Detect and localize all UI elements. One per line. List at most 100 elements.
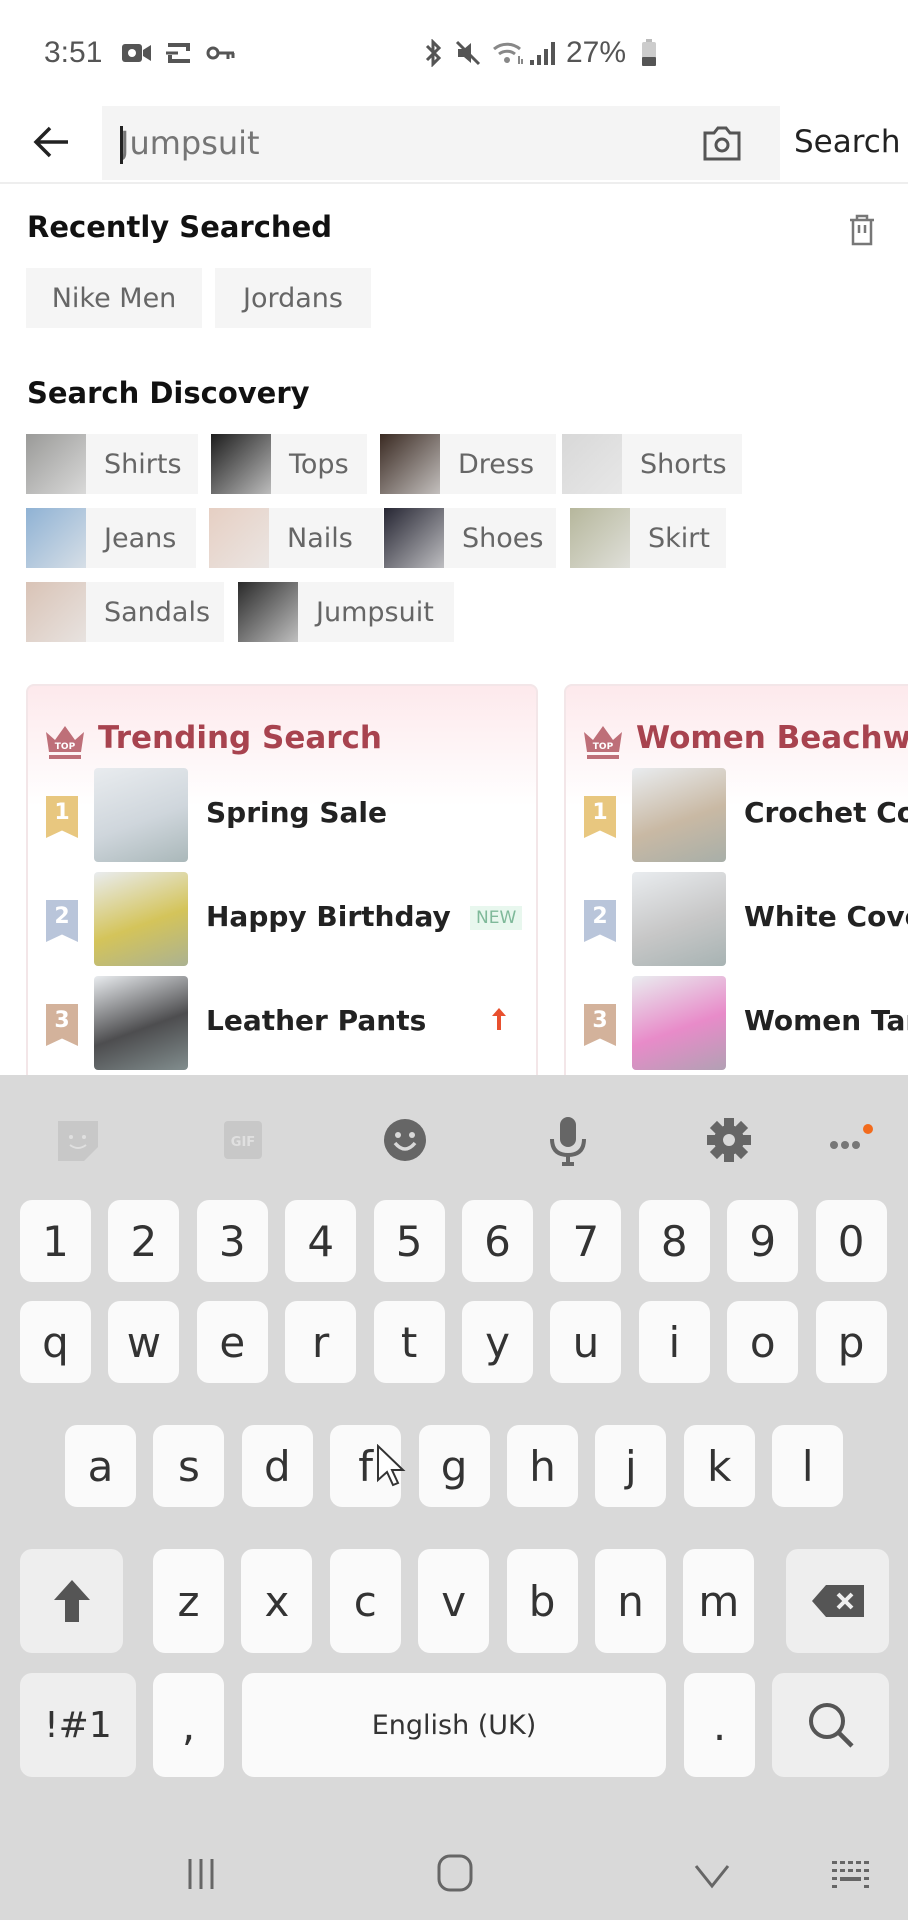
key-j[interactable]: j [595,1425,667,1507]
keyboard-switch-button[interactable] [830,1859,874,1891]
microphone-icon[interactable] [546,1115,596,1166]
rank-badge: 3 [584,1004,616,1046]
recent-apps-button[interactable] [182,1857,222,1891]
key-v[interactable]: v [418,1549,490,1653]
discovery-label: Sandals [104,596,211,628]
search-button[interactable]: Search [794,124,901,160]
arrow-left-icon [33,126,68,158]
ranking-thumbnail [632,872,726,966]
search-key[interactable] [772,1673,889,1777]
key-a[interactable]: a [65,1425,136,1507]
back-button[interactable] [30,120,74,164]
discovery-chip-dress[interactable]: Dress [380,434,556,494]
bluetooth-icon [420,39,446,67]
discovery-label: Jumpsuit [316,596,434,628]
discovery-chip-skirt[interactable]: Skirt [570,508,726,568]
clear-history-button[interactable] [846,212,878,246]
key-e[interactable]: e [196,1301,268,1383]
search-box[interactable] [102,106,780,180]
key-5[interactable]: 5 [373,1200,445,1282]
cast-icon [164,40,194,66]
key-0[interactable]: 0 [815,1200,887,1282]
key-s[interactable]: s [153,1425,225,1507]
key-n[interactable]: n [595,1549,666,1653]
ranking-thumbnail [94,976,188,1070]
key-p[interactable]: p [815,1301,887,1383]
symbols-key[interactable]: !#1 [20,1673,136,1777]
key-i[interactable]: i [638,1301,710,1383]
emoji-icon[interactable] [382,1115,432,1165]
sticker-icon[interactable] [56,1115,106,1165]
discovery-chip-sandals[interactable]: Sandals [26,582,224,642]
search-input[interactable] [120,106,680,180]
hide-keyboard-button[interactable] [692,1861,732,1891]
ranking-card[interactable]: TOP Trending Search 1 Spring Sale 2 Happy Bir… [26,684,538,1084]
ranking-card[interactable]: TOP Women Beachwear 1 Crochet Cover 2 White C… [564,684,908,1084]
key-c[interactable]: c [329,1549,401,1653]
ranking-row[interactable]: 2 White Cover [566,872,908,966]
key-m[interactable]: m [683,1549,755,1653]
more-icon[interactable] [826,1115,876,1165]
recent-chip[interactable]: Nike Men [26,268,202,328]
ranking-thumbnail [632,976,726,1070]
ranking-row[interactable]: 1 Spring Sale [28,768,536,862]
backspace-key[interactable] [786,1549,889,1653]
ranking-row[interactable]: 2 Happy Birthday NEW [28,872,536,966]
key-g[interactable]: g [418,1425,490,1507]
rank-badge: 2 [46,900,78,942]
ranking-row[interactable]: 3 Leather Pants [28,976,536,1070]
key-2[interactable]: 2 [108,1200,180,1282]
key-7[interactable]: 7 [550,1200,622,1282]
space-key[interactable]: English (UK) [242,1673,666,1777]
key-t[interactable]: t [373,1301,445,1383]
discovery-label: Shorts [640,448,727,480]
period-key[interactable]: . [684,1673,755,1777]
discovery-thumbnail [26,508,86,568]
key-q[interactable]: q [20,1301,91,1383]
ranking-row[interactable]: 3 Women Tank [566,976,908,1070]
key-1[interactable]: 1 [20,1200,91,1282]
settings-icon[interactable] [706,1115,756,1165]
screen: 3:51 27% Jumpsuit Search Recently Search… [0,0,908,1920]
key-3[interactable]: 3 [196,1200,268,1282]
status-bar: 3:51 27% [0,0,908,100]
discovery-chip-tops[interactable]: Tops [211,434,367,494]
ranking-card-title: Women Beachwear [636,720,908,756]
recent-apps-icon [188,1859,214,1889]
key-y[interactable]: y [462,1301,533,1383]
key-o[interactable]: o [727,1301,799,1383]
comma-key[interactable]: , [153,1673,224,1777]
gif-icon[interactable]: GIF [222,1115,272,1165]
key-h[interactable]: h [507,1425,578,1507]
home-button[interactable] [436,1853,476,1893]
discovery-chip-jumpsuit[interactable]: Jumpsuit [238,582,454,642]
discovery-chip-jeans[interactable]: Jeans [26,508,196,568]
discovery-chip-shorts[interactable]: Shorts [562,434,742,494]
key-d[interactable]: d [241,1425,313,1507]
key-z[interactable]: z [153,1549,224,1653]
key-8[interactable]: 8 [638,1200,710,1282]
ranking-row[interactable]: 1 Crochet Cover [566,768,908,862]
key-l[interactable]: l [772,1425,844,1507]
ranking-label: Happy Birthday [206,900,451,933]
shift-icon [53,1580,90,1622]
rank-badge: 1 [46,796,78,838]
discovery-chip-nails[interactable]: Nails [209,508,383,568]
key-k[interactable]: k [683,1425,755,1507]
discovery-chip-shoes[interactable]: Shoes [384,508,556,568]
key-w[interactable]: w [108,1301,180,1383]
key-x[interactable]: x [241,1549,313,1653]
shift-key[interactable] [20,1549,123,1653]
recent-chip[interactable]: Jordans [215,268,371,328]
discovery-chip-shirts[interactable]: Shirts [26,434,198,494]
key-b[interactable]: b [506,1549,578,1653]
discovery-thumbnail [384,508,444,568]
key-6[interactable]: 6 [462,1200,533,1282]
camera-search-button[interactable] [702,124,742,162]
key-r[interactable]: r [285,1301,357,1383]
key-9[interactable]: 9 [727,1200,799,1282]
discovery-label: Skirt [648,522,710,554]
key-u[interactable]: u [550,1301,622,1383]
key-4[interactable]: 4 [285,1200,357,1282]
vpn-key-icon [206,40,236,66]
